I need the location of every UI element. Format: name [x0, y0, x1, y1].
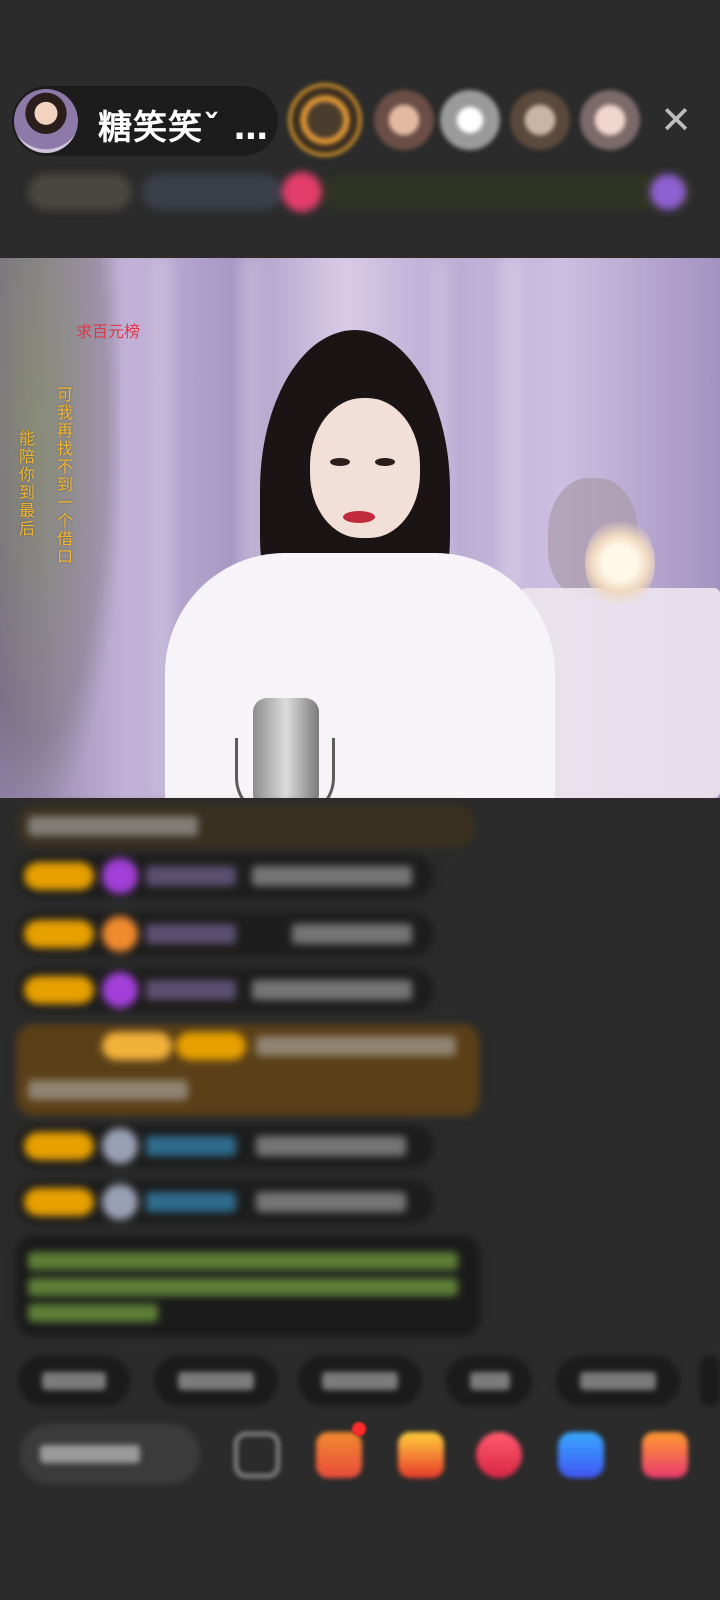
quick-phrase-button[interactable] — [154, 1356, 278, 1406]
event-banner[interactable] — [322, 174, 692, 210]
quick-phrase-button[interactable] — [298, 1356, 422, 1406]
quick-phrase-button[interactable] — [446, 1356, 532, 1406]
lyric-text: 能陪你到最后 — [16, 430, 35, 538]
host-avatar[interactable] — [14, 89, 78, 153]
video-overlay-text: 求百元榜 — [76, 324, 141, 341]
popularity-badge[interactable] — [142, 174, 282, 210]
viewer-avatar[interactable] — [292, 87, 358, 153]
quick-phrase-button[interactable] — [700, 1356, 720, 1406]
activity-icon[interactable] — [650, 174, 686, 210]
notification-dot — [352, 1422, 366, 1436]
host-name: 糖笑笑ˇ … — [98, 108, 269, 148]
chat-message[interactable] — [16, 854, 434, 898]
chat-message[interactable] — [16, 912, 434, 956]
quick-phrase-button[interactable] — [18, 1356, 130, 1406]
close-icon[interactable]: ✕ — [656, 100, 696, 140]
gift-box-icon[interactable] — [316, 1432, 362, 1478]
viewer-avatar[interactable] — [580, 90, 640, 150]
comment-input[interactable] — [20, 1424, 200, 1484]
chat-message[interactable] — [16, 1180, 434, 1224]
viewer-avatar[interactable] — [510, 90, 570, 150]
host-info-pill[interactable]: 糖笑笑ˇ … — [12, 86, 278, 156]
live-video[interactable]: 求百元榜 可我再找不到一个借口 能陪你到最后 — [0, 258, 720, 798]
lyric-text: 可我再找不到一个借口 — [54, 386, 73, 566]
rank-badge[interactable] — [28, 174, 132, 210]
viewer-avatar[interactable] — [440, 90, 500, 150]
chat-message[interactable] — [16, 968, 434, 1012]
viewer-avatar[interactable] — [374, 90, 434, 150]
badge-row — [14, 168, 694, 216]
gift-icon[interactable] — [398, 1432, 444, 1478]
more-icon[interactable] — [642, 1432, 688, 1478]
heart-icon[interactable] — [476, 1432, 522, 1478]
chat-message[interactable] — [16, 1024, 480, 1116]
hot-icon[interactable] — [282, 172, 322, 212]
chat-message[interactable] — [16, 804, 476, 848]
chat-message[interactable] — [16, 1124, 434, 1168]
emoji-icon[interactable] — [234, 1432, 280, 1478]
streamer — [165, 318, 565, 798]
quick-phrase-button[interactable] — [556, 1356, 680, 1406]
lamp — [585, 518, 655, 608]
game-icon[interactable] — [558, 1432, 604, 1478]
system-notice — [16, 1236, 480, 1336]
microphone — [253, 698, 319, 798]
